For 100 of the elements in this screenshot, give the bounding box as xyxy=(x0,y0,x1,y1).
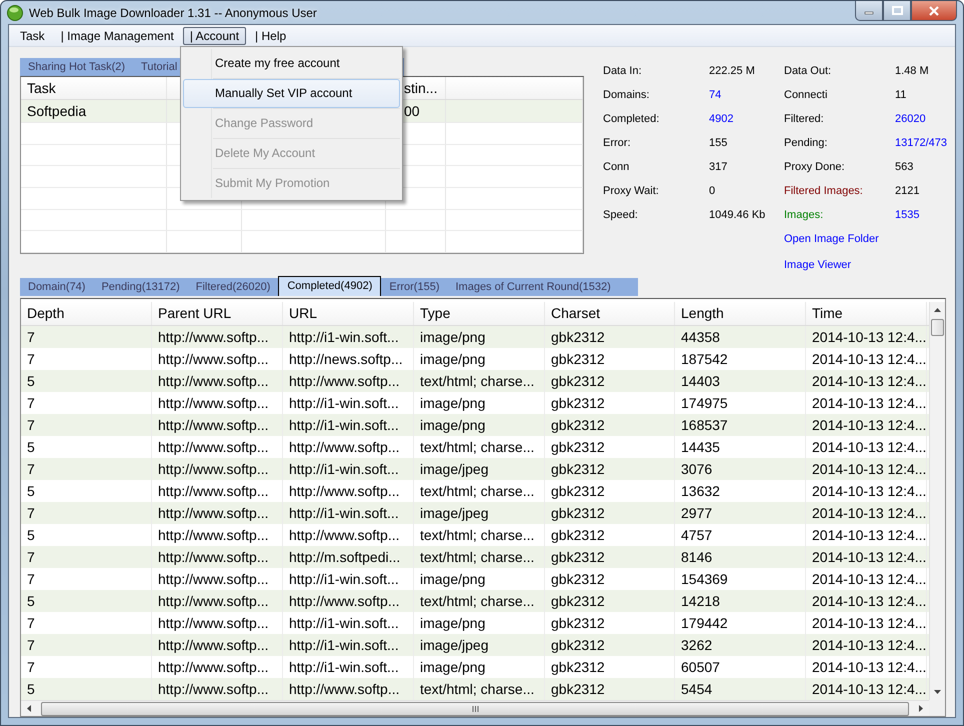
stat-value: 317 xyxy=(709,161,728,173)
table-cell: 5 xyxy=(21,370,152,392)
stat-label: Connecti xyxy=(784,89,828,101)
menu-item[interactable]: Task xyxy=(13,26,52,44)
column-header[interactable]: Depth xyxy=(21,302,152,325)
column-header[interactable]: URL xyxy=(283,302,414,325)
column-header[interactable]: Charset xyxy=(545,302,675,325)
stat-label: Filtered Images: xyxy=(784,185,864,197)
tab[interactable]: Images of Current Round(1532) xyxy=(447,278,619,296)
table-cell: Softpedia xyxy=(21,100,167,122)
scroll-thumb[interactable] xyxy=(931,319,944,336)
table-cell: 44358 xyxy=(675,326,806,348)
table-cell: gbk2312 xyxy=(545,634,675,656)
scroll-up-icon[interactable] xyxy=(934,308,941,312)
table-cell: gbk2312 xyxy=(545,326,675,348)
stat-value: 1.48 M xyxy=(895,65,930,77)
table-cell: image/jpeg xyxy=(414,502,545,524)
tab[interactable]: Error(155) xyxy=(381,278,448,296)
table-cell: 7 xyxy=(21,458,152,480)
tab[interactable]: Domain(74) xyxy=(20,278,94,296)
column-header[interactable]: Type xyxy=(414,302,545,325)
stat-label: Conn xyxy=(603,161,630,173)
stat-label: Proxy Wait: xyxy=(603,185,660,197)
table-cell: 7 xyxy=(21,326,152,348)
stat-value: 13172/473 xyxy=(895,137,948,149)
vertical-scrollbar[interactable] xyxy=(929,302,945,700)
menu-item[interactable]: Create my free account xyxy=(183,49,400,78)
table-cell: 2014-10-13 12:4... xyxy=(806,546,927,568)
menu-item[interactable]: Manually Set VIP account xyxy=(183,79,400,108)
menu-item[interactable]: | Help xyxy=(248,26,294,44)
tab[interactable]: Completed(4902) xyxy=(278,276,382,296)
table-cell: http://www.softp... xyxy=(152,590,283,612)
table-cell: 2014-10-13 12:4... xyxy=(806,502,927,524)
open-folder-link[interactable]: Open Image Folder xyxy=(784,233,955,245)
stat-value: 11 xyxy=(895,89,908,101)
window-title: Web Bulk Image Downloader 1.31 -- Anonymous User xyxy=(29,6,317,20)
scroll-right-icon[interactable] xyxy=(919,705,923,712)
stat-label: Domains: xyxy=(603,89,650,101)
stat-label: Completed: xyxy=(603,113,660,125)
column-header[interactable]: Parent URL xyxy=(152,302,283,325)
table-cell: image/jpeg xyxy=(414,634,545,656)
table-cell: 168537 xyxy=(675,414,806,436)
table-cell: gbk2312 xyxy=(545,502,675,524)
table-cell: image/png xyxy=(414,326,545,348)
minimize-button[interactable] xyxy=(855,1,883,21)
table-cell: gbk2312 xyxy=(545,370,675,392)
table-cell: 3076 xyxy=(675,458,806,480)
stat-value: 2121 xyxy=(895,185,920,197)
tab[interactable]: Sharing Hot Task(2) xyxy=(20,58,134,76)
close-icon xyxy=(928,6,940,16)
table-cell: 14218 xyxy=(675,590,806,612)
table-cell: 2014-10-13 12:4... xyxy=(806,414,927,436)
table-cell: http://i1-win.soft... xyxy=(283,634,414,656)
table-cell: gbk2312 xyxy=(545,414,675,436)
table-cell: 2014-10-13 12:4... xyxy=(806,326,927,348)
table-cell: http://i1-win.soft... xyxy=(283,502,414,524)
table-cell: 2014-10-13 12:4... xyxy=(806,458,927,480)
horizontal-scrollbar[interactable] xyxy=(21,700,929,716)
table-cell: 7 xyxy=(21,502,152,524)
maximize-button[interactable] xyxy=(883,1,911,21)
column-header[interactable]: Time xyxy=(806,302,927,325)
menu-item[interactable]: | Image Management xyxy=(54,26,181,44)
table-cell: 2977 xyxy=(675,502,806,524)
tab[interactable]: Filtered(26020) xyxy=(188,278,278,296)
table-cell: http://m.softpedi... xyxy=(283,546,414,568)
table-cell: gbk2312 xyxy=(545,546,675,568)
table-cell: 7 xyxy=(21,634,152,656)
stat-label: Data Out: xyxy=(784,65,832,77)
column-header[interactable]: Length xyxy=(675,302,806,325)
stat-label: Filtered: xyxy=(784,113,825,125)
stat-value: 4902 xyxy=(709,113,734,125)
scroll-thumb[interactable] xyxy=(41,702,909,716)
table-cell: http://i1-win.soft... xyxy=(283,414,414,436)
table-cell: http://www.softp... xyxy=(152,458,283,480)
table-cell: 5 xyxy=(21,590,152,612)
menu-item[interactable]: | Account xyxy=(182,26,246,44)
column-header[interactable]: Task xyxy=(21,77,167,99)
maximize-icon xyxy=(892,6,902,15)
scroll-left-icon[interactable] xyxy=(27,705,31,712)
table-cell: http://www.softp... xyxy=(283,590,414,612)
table-cell: 3262 xyxy=(675,634,806,656)
table-cell: 8146 xyxy=(675,546,806,568)
image-viewer-link[interactable]: Image Viewer xyxy=(784,259,955,271)
stat-value: 26020 xyxy=(895,113,927,125)
table-cell: text/html; charse... xyxy=(414,590,545,612)
table-cell: http://i1-win.soft... xyxy=(283,458,414,480)
grip-icon xyxy=(472,706,478,712)
table-cell: http://www.softp... xyxy=(152,634,283,656)
table-cell: 7 xyxy=(21,546,152,568)
close-button[interactable] xyxy=(911,1,957,21)
table-cell: text/html; charse... xyxy=(414,370,545,392)
table-cell: 14403 xyxy=(675,370,806,392)
scroll-down-icon[interactable] xyxy=(934,690,941,694)
stat-value: 1049.46 Kb xyxy=(709,209,766,221)
stat-label: Data In: xyxy=(603,65,643,77)
stat-label: Images: xyxy=(784,209,824,221)
table-cell: image/png xyxy=(414,414,545,436)
table-cell: http://www.softp... xyxy=(152,414,283,436)
stat-value: 155 xyxy=(709,137,728,149)
tab[interactable]: Pending(13172) xyxy=(93,278,188,296)
